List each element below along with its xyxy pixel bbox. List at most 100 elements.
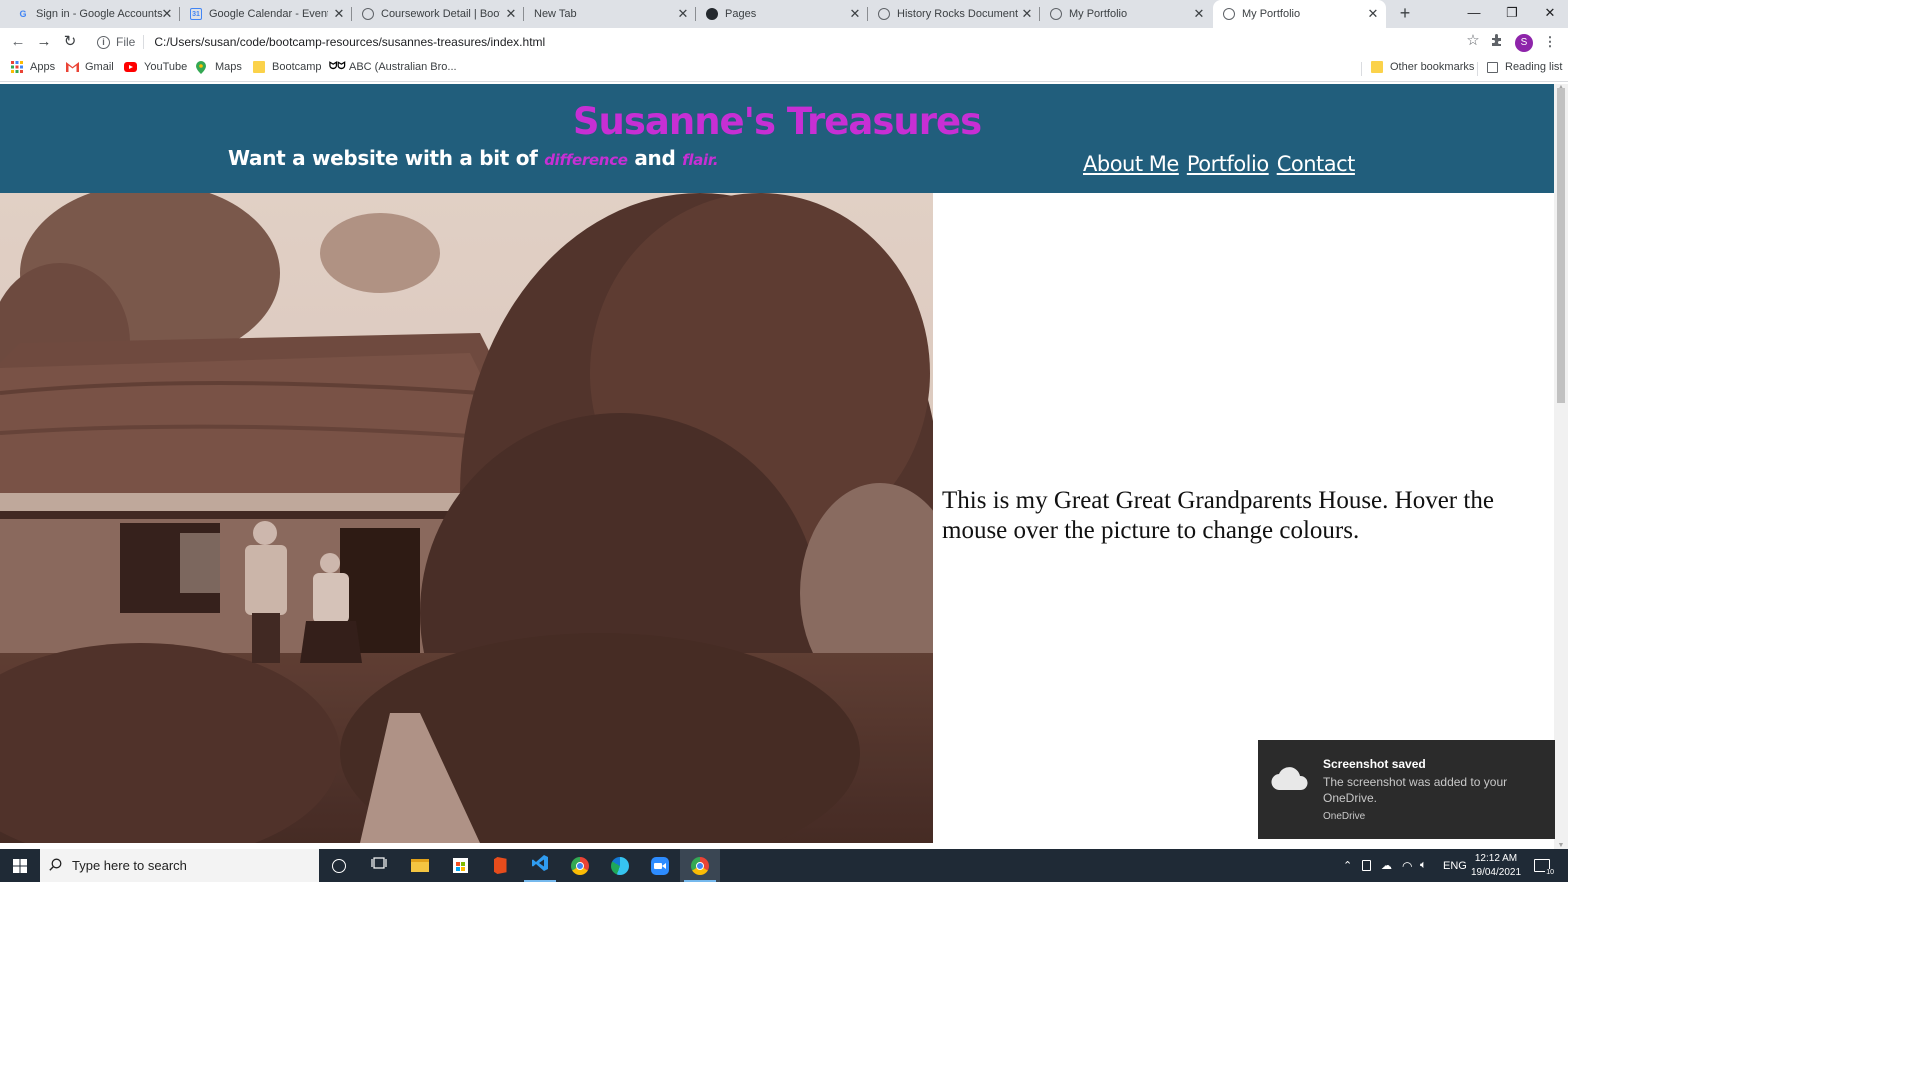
speaker-icon: 🔈︎ — [1420, 859, 1427, 871]
action-center-button[interactable]: 10 — [1534, 849, 1555, 882]
file-explorer-icon — [411, 859, 429, 872]
apps-grid-icon — [11, 61, 23, 73]
bookmark-apps[interactable]: Apps — [11, 61, 55, 73]
tab-my-portfolio[interactable]: My Portfolio ✕ — [1040, 0, 1212, 28]
taskbar-clock[interactable]: 12:12 AM 19/04/2021 — [1466, 852, 1526, 880]
device-icon — [1362, 860, 1371, 871]
onedrive-notification-toast[interactable]: Screenshot saved The screenshot was adde… — [1258, 740, 1555, 839]
bookmark-star-icon[interactable]: ☆ — [1462, 31, 1484, 49]
cloud-icon — [1270, 767, 1310, 796]
tagline-mid: and — [627, 146, 683, 170]
tab-google-calendar[interactable]: 31 Google Calendar - Event de ✕ — [180, 0, 352, 28]
more-menu-icon[interactable]: ⋮ — [1541, 33, 1559, 51]
taskbar-zoom[interactable] — [640, 849, 680, 882]
taskbar-vscode[interactable] — [520, 849, 560, 882]
page-scrollbar[interactable]: ▲ ▼ — [1554, 84, 1568, 849]
address-bar[interactable]: i File C:/Users/susan/code/bootcamp-reso… — [88, 30, 1484, 54]
close-tab-icon[interactable]: ✕ — [1020, 7, 1034, 21]
store-bag-icon — [452, 858, 468, 873]
taskbar-store[interactable] — [440, 849, 480, 882]
tray-language[interactable]: ENG — [1443, 849, 1467, 882]
tab-my-portfolio-active[interactable]: My Portfolio ✕ — [1213, 0, 1386, 28]
tagline-accent-flair: flair. — [682, 151, 719, 169]
globe-icon — [878, 8, 890, 20]
tray-onedrive[interactable]: ☁ — [1381, 849, 1392, 882]
close-tab-icon[interactable]: ✕ — [1366, 7, 1380, 21]
taskbar-office[interactable] — [480, 849, 520, 882]
bookmark-label: Apps — [30, 61, 56, 73]
close-tab-icon[interactable]: ✕ — [848, 7, 862, 21]
close-tab-icon[interactable]: ✕ — [1192, 7, 1206, 21]
bookmark-bootcamp[interactable]: Bootcamp — [253, 61, 322, 73]
scrollbar-thumb[interactable] — [1557, 88, 1565, 403]
abc-icon: ᗢᗢ — [329, 61, 346, 72]
tagline-accent-difference: difference — [544, 151, 628, 169]
site-nav: About Me Portfolio Contact — [1083, 152, 1355, 176]
reading-list[interactable]: Reading list — [1487, 61, 1562, 73]
extensions-icon[interactable] — [1488, 33, 1506, 51]
scroll-down-arrow-icon[interactable]: ▼ — [1557, 842, 1565, 849]
show-hidden-icons[interactable]: ⌃ — [1343, 849, 1352, 882]
tab-coursework-detail[interactable]: Coursework Detail | Bootca ✕ — [352, 0, 524, 28]
site-header: Susanne's Treasures Want a website with … — [0, 84, 1554, 193]
tray-network[interactable]: ◠ — [1402, 849, 1412, 882]
close-window-button[interactable]: ✕ — [1531, 0, 1569, 28]
bookmark-abc[interactable]: ᗢᗢ ABC (Australian Bro... — [329, 61, 457, 73]
language-label: ENG — [1443, 859, 1467, 872]
tray-device-icon[interactable] — [1362, 849, 1371, 882]
reload-button[interactable]: ↻ — [60, 32, 80, 52]
close-tab-icon[interactable]: ✕ — [504, 7, 518, 21]
taskbar-chrome-2[interactable] — [680, 849, 720, 882]
tray-volume[interactable]: 🔈︎ — [1420, 849, 1427, 882]
bookmark-label: Gmail — [85, 61, 114, 73]
close-tab-icon[interactable]: ✕ — [676, 7, 690, 21]
other-bookmarks[interactable]: Other bookmarks — [1371, 61, 1474, 73]
bookmark-youtube[interactable]: YouTube — [124, 61, 187, 73]
reading-list-icon — [1487, 61, 1498, 73]
taskbar-file-explorer[interactable] — [400, 849, 440, 882]
google-icon: G — [19, 9, 27, 19]
cortana-button[interactable] — [319, 849, 359, 882]
toast-body: The screenshot was added to your OneDriv… — [1323, 775, 1508, 805]
edge-icon — [611, 856, 629, 875]
office-icon — [493, 857, 507, 874]
back-button[interactable]: ← — [8, 32, 28, 52]
tab-pages[interactable]: Pages ✕ — [696, 0, 868, 28]
tab-title: Coursework Detail | Bootca — [381, 8, 500, 20]
tab-google-accounts[interactable]: G Sign in - Google Accounts ✕ — [0, 0, 180, 28]
taskbar-chrome-1[interactable] — [560, 849, 600, 882]
nav-link-contact[interactable]: Contact — [1277, 152, 1356, 176]
clock-time: 12:12 AM — [1474, 853, 1518, 864]
close-tab-icon[interactable]: ✕ — [332, 7, 346, 21]
grandparents-house-photo[interactable] — [0, 193, 933, 843]
browser-tab-strip: G Sign in - Google Accounts ✕ 31 Google … — [0, 0, 1568, 28]
close-tab-icon[interactable]: ✕ — [160, 7, 174, 21]
restore-button[interactable]: ❐ — [1493, 0, 1531, 28]
tab-title: New Tab — [534, 8, 577, 20]
start-button[interactable] — [0, 849, 40, 882]
bookmarks-bar: Apps Gmail YouTube Maps Bootcamp ᗢᗢ ABC … — [0, 56, 1568, 82]
globe-icon — [362, 8, 374, 20]
address-url[interactable]: C:/Users/susan/code/bootcamp-resources/s… — [154, 35, 545, 49]
task-view-icon — [371, 856, 387, 875]
tab-history-rocks[interactable]: History Rocks Document ✕ — [868, 0, 1040, 28]
new-tab-button[interactable]: + — [1395, 3, 1415, 23]
github-icon — [706, 8, 718, 20]
profile-avatar[interactable]: S — [1515, 34, 1533, 52]
nav-link-about-me[interactable]: About Me — [1083, 152, 1179, 176]
forward-button[interactable]: → — [34, 32, 54, 52]
tab-title: Google Calendar - Event de — [209, 8, 328, 20]
tab-title: History Rocks Document — [897, 8, 1019, 20]
bookmark-maps[interactable]: Maps — [196, 61, 242, 74]
toast-title: Screenshot saved — [1323, 757, 1426, 771]
taskbar-search-box[interactable]: Type here to search — [40, 849, 319, 882]
minimize-button[interactable]: — — [1455, 0, 1493, 28]
task-view-button[interactable] — [359, 849, 399, 882]
taskbar-edge[interactable] — [600, 849, 640, 882]
tab-title: Pages — [725, 8, 757, 20]
nav-link-portfolio[interactable]: Portfolio — [1187, 152, 1269, 176]
bookmark-gmail[interactable]: Gmail — [66, 61, 114, 73]
vscode-icon — [531, 854, 549, 877]
site-info-icon[interactable]: i — [97, 35, 110, 49]
tab-new-tab[interactable]: New Tab ✕ — [524, 0, 696, 28]
